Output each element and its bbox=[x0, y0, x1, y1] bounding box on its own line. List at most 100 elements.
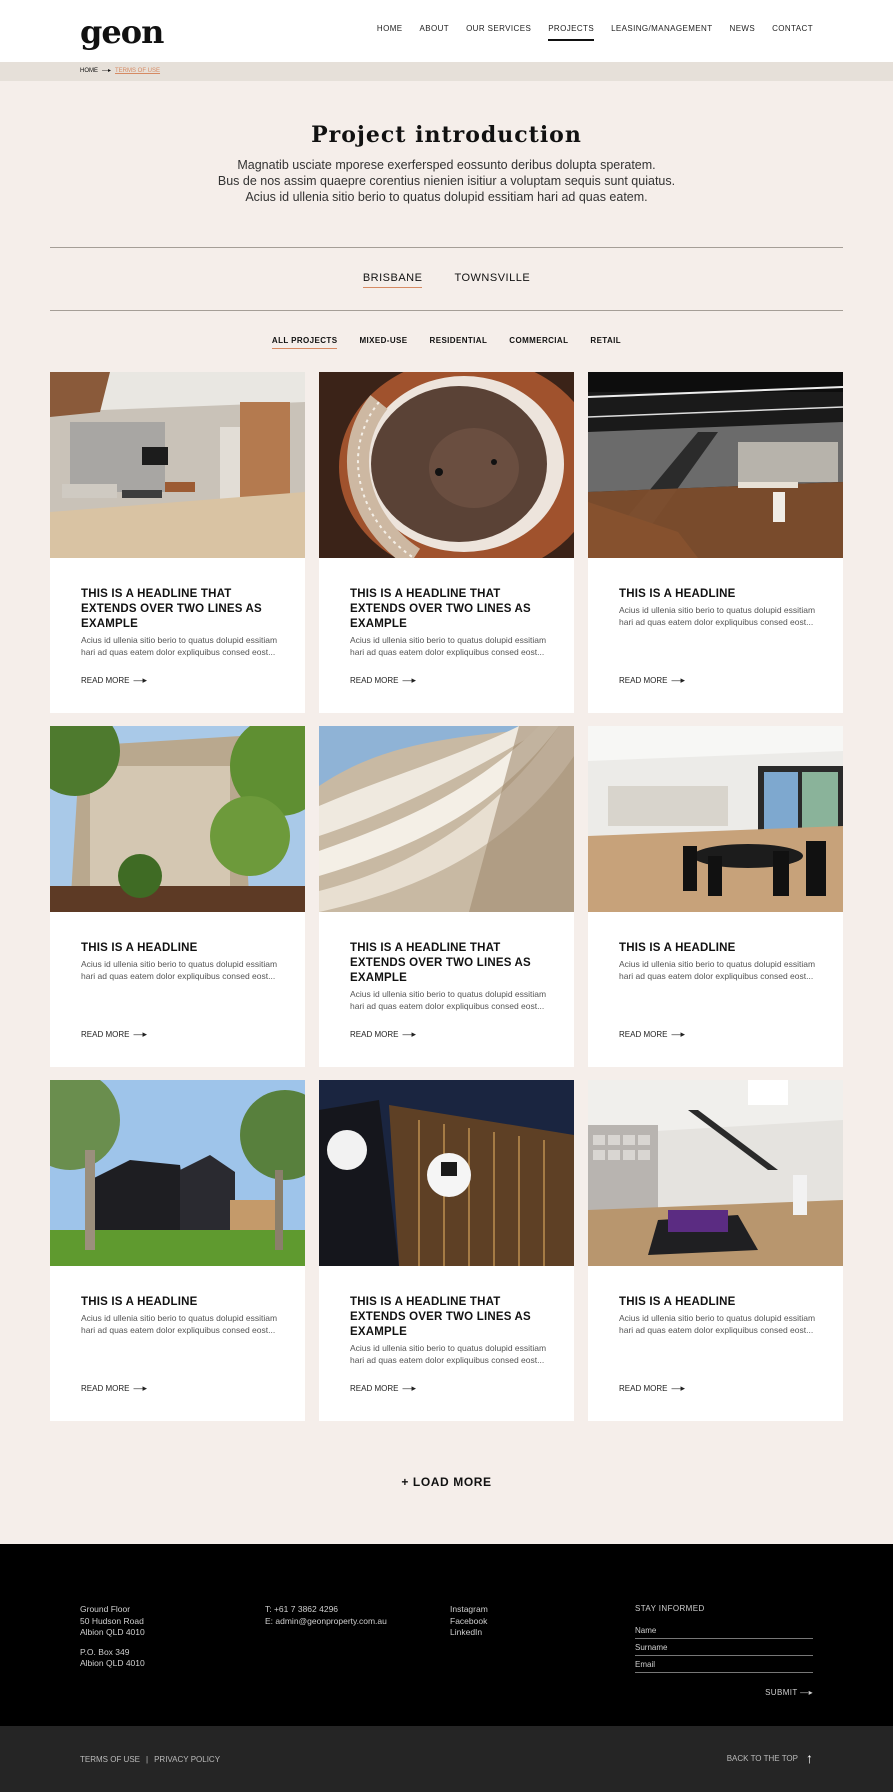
read-more-link[interactable]: READ MORE —▸ bbox=[350, 1029, 416, 1040]
arrow-right-icon: —▸ bbox=[133, 675, 147, 685]
project-card[interactable]: THIS IS A HEADLINE THAT EXTENDS OVER TWO… bbox=[50, 372, 305, 713]
intro-line: Acius id ullenia sitio berio to quatus d… bbox=[245, 190, 648, 204]
project-image[interactable] bbox=[319, 726, 574, 912]
project-card[interactable]: THIS IS A HEADLINE Acius id ullenia siti… bbox=[50, 1080, 305, 1421]
divider bbox=[50, 247, 843, 248]
instagram-link[interactable]: Instagram bbox=[450, 1604, 488, 1616]
site-footer: Ground Floor 50 Hudson Road Albion QLD 4… bbox=[0, 1544, 893, 1726]
tab-brisbane[interactable]: BRISBANE bbox=[362, 272, 423, 288]
submit-label: SUBMIT bbox=[765, 1688, 798, 1697]
arrow-right-icon: —▸ bbox=[402, 675, 416, 685]
nav-leasing-management[interactable]: LEASING/MANAGEMENT bbox=[611, 24, 712, 41]
project-card[interactable]: THIS IS A HEADLINE THAT EXTENDS OVER TWO… bbox=[319, 1080, 574, 1421]
arrow-right-icon: —▸ bbox=[402, 1029, 416, 1039]
arrow-right-icon: —▸ bbox=[133, 1029, 147, 1039]
phone-link[interactable]: T: +61 7 3862 4296 bbox=[265, 1604, 387, 1616]
arrow-right-icon: —▸ bbox=[133, 1383, 147, 1393]
address-line: 50 Hudson Road bbox=[80, 1615, 144, 1626]
main-nav: HOME ABOUT OUR SERVICES PROJECTS LEASING… bbox=[377, 24, 813, 41]
surname-field[interactable]: Surname bbox=[635, 1639, 813, 1656]
tab-townsville[interactable]: TOWNSVILLE bbox=[454, 272, 530, 288]
card-headline: THIS IS A HEADLINE THAT EXTENDS OVER TWO… bbox=[350, 942, 531, 984]
read-more-link[interactable]: READ MORE —▸ bbox=[350, 1383, 416, 1394]
read-more-link[interactable]: READ MORE —▸ bbox=[619, 1383, 685, 1394]
project-card[interactable]: THIS IS A HEADLINE Acius id ullenia siti… bbox=[588, 372, 843, 713]
site-logo[interactable]: geon bbox=[80, 16, 164, 48]
footer-contact: T: +61 7 3862 4296 E: admin@geonproperty… bbox=[265, 1604, 387, 1627]
card-headline: THIS IS A HEADLINE bbox=[619, 942, 736, 954]
nav-news[interactable]: NEWS bbox=[730, 24, 756, 41]
arrow-right-icon: —▸ bbox=[800, 1688, 813, 1697]
load-more-button[interactable]: + LOAD MORE bbox=[0, 1475, 893, 1489]
nav-our-services[interactable]: OUR SERVICES bbox=[466, 24, 531, 41]
back-to-top-label: BACK TO THE TOP bbox=[726, 1753, 798, 1763]
nav-projects[interactable]: PROJECTS bbox=[548, 24, 595, 41]
project-card[interactable]: THIS IS A HEADLINE THAT EXTENDS OVER TWO… bbox=[319, 372, 574, 713]
project-card[interactable]: THIS IS A HEADLINE Acius id ullenia siti… bbox=[588, 726, 843, 1067]
card-headline: THIS IS A HEADLINE THAT EXTENDS OVER TWO… bbox=[350, 1296, 531, 1338]
name-field[interactable]: Name bbox=[635, 1622, 813, 1639]
nav-about[interactable]: ABOUT bbox=[420, 24, 450, 41]
read-more-link[interactable]: READ MORE —▸ bbox=[619, 1029, 685, 1040]
card-headline: THIS IS A HEADLINE bbox=[619, 588, 736, 600]
card-excerpt: Acius id ullenia sitio berio to quatus d… bbox=[619, 605, 816, 627]
card-excerpt: Acius id ullenia sitio berio to quatus d… bbox=[619, 1313, 816, 1335]
project-card[interactable]: THIS IS A HEADLINE Acius id ullenia siti… bbox=[588, 1080, 843, 1421]
nav-home[interactable]: HOME bbox=[377, 24, 403, 41]
email-field[interactable]: Email bbox=[635, 1656, 813, 1673]
read-more-link[interactable]: READ MORE —▸ bbox=[81, 1029, 147, 1040]
card-excerpt: Acius id ullenia sitio berio to quatus d… bbox=[350, 1343, 547, 1365]
card-excerpt: Acius id ullenia sitio berio to quatus d… bbox=[350, 635, 547, 657]
back-to-top-link[interactable]: BACK TO THE TOP ↑ bbox=[727, 1750, 813, 1766]
project-card[interactable]: THIS IS A HEADLINE Acius id ullenia siti… bbox=[50, 726, 305, 1067]
project-image[interactable] bbox=[50, 726, 305, 912]
read-more-label: READ MORE bbox=[619, 1384, 668, 1393]
po-box-line: P.O. Box 349 bbox=[80, 1646, 130, 1657]
project-image[interactable] bbox=[319, 1080, 574, 1266]
arrow-up-icon: ↑ bbox=[806, 1750, 813, 1766]
project-image[interactable] bbox=[50, 372, 305, 558]
nav-contact[interactable]: CONTACT bbox=[772, 24, 813, 41]
project-image[interactable] bbox=[50, 1080, 305, 1266]
read-more-label: READ MORE bbox=[350, 1030, 399, 1039]
read-more-link[interactable]: READ MORE —▸ bbox=[350, 675, 416, 686]
read-more-label: READ MORE bbox=[350, 1384, 399, 1393]
filter-residential[interactable]: RESIDENTIAL bbox=[430, 336, 488, 349]
project-image[interactable] bbox=[588, 726, 843, 912]
card-excerpt: Acius id ullenia sitio berio to quatus d… bbox=[619, 959, 816, 981]
project-image[interactable] bbox=[319, 372, 574, 558]
divider bbox=[50, 310, 843, 311]
privacy-policy-link[interactable]: PRIVACY POLICY bbox=[154, 1755, 220, 1764]
footer-bottom-bar: TERMS OF USE | PRIVACY POLICY BACK TO TH… bbox=[0, 1726, 893, 1792]
address-line: Albion QLD 4010 bbox=[80, 1627, 145, 1637]
facebook-link[interactable]: Facebook bbox=[450, 1616, 488, 1628]
card-headline: THIS IS A HEADLINE THAT EXTENDS OVER TWO… bbox=[81, 588, 262, 630]
filter-commercial[interactable]: COMMERCIAL bbox=[509, 336, 568, 349]
submit-button[interactable]: SUBMIT —▸ bbox=[635, 1688, 813, 1697]
linkedin-link[interactable]: LinkedIn bbox=[450, 1627, 488, 1639]
intro-line: Magnatib usciate mporese exerfersped eos… bbox=[237, 158, 656, 172]
read-more-label: READ MORE bbox=[81, 1384, 130, 1393]
filter-retail[interactable]: RETAIL bbox=[590, 336, 621, 349]
read-more-link[interactable]: READ MORE —▸ bbox=[81, 675, 147, 686]
breadcrumb-current[interactable]: TERMS OF USE bbox=[115, 68, 160, 74]
legal-links: TERMS OF USE | PRIVACY POLICY bbox=[80, 1755, 220, 1764]
read-more-link[interactable]: READ MORE —▸ bbox=[81, 1383, 147, 1394]
filter-mixed-use[interactable]: MIXED-USE bbox=[359, 336, 407, 349]
arrow-right-icon: —▸ bbox=[671, 1383, 685, 1393]
filter-all-projects[interactable]: ALL PROJECTS bbox=[271, 336, 338, 349]
card-headline: THIS IS A HEADLINE bbox=[81, 942, 198, 954]
legal-separator: | bbox=[146, 1755, 149, 1764]
email-link[interactable]: E: admin@geonproperty.com.au bbox=[265, 1616, 387, 1628]
card-headline: THIS IS A HEADLINE bbox=[619, 1296, 736, 1308]
terms-of-use-link[interactable]: TERMS OF USE bbox=[80, 1755, 140, 1764]
project-card[interactable]: THIS IS A HEADLINE THAT EXTENDS OVER TWO… bbox=[319, 726, 574, 1067]
newsletter-title: STAY INFORMED bbox=[635, 1604, 705, 1613]
breadcrumb-home[interactable]: HOME bbox=[80, 68, 98, 74]
read-more-label: READ MORE bbox=[619, 1030, 668, 1039]
category-filters: ALL PROJECTS MIXED-USE RESIDENTIAL COMME… bbox=[0, 336, 893, 349]
read-more-link[interactable]: READ MORE —▸ bbox=[619, 675, 685, 686]
project-image[interactable] bbox=[588, 372, 843, 558]
project-image[interactable] bbox=[588, 1080, 843, 1266]
footer-social: Instagram Facebook LinkedIn bbox=[450, 1604, 488, 1639]
